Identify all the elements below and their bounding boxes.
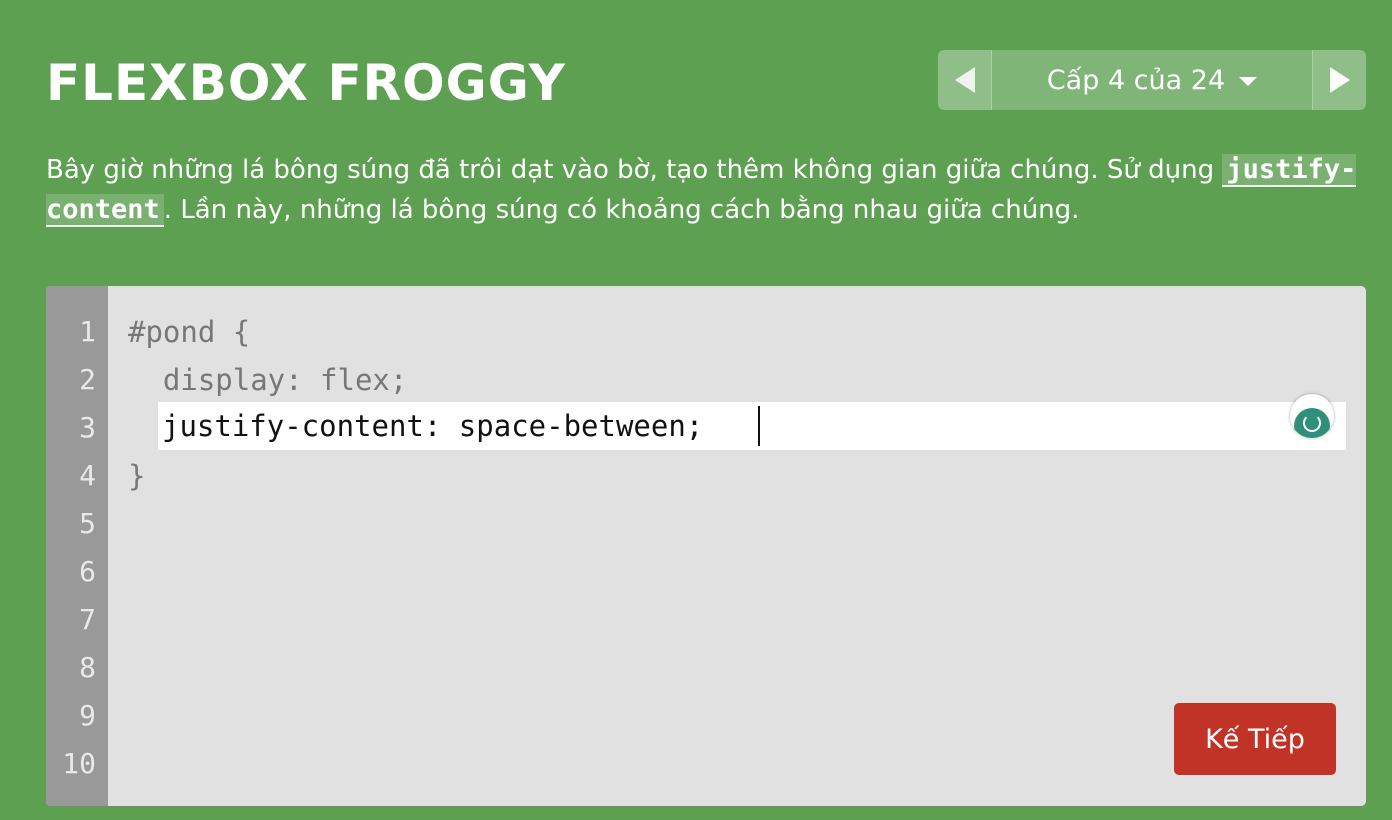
- line-number: 8: [79, 651, 96, 684]
- text-cursor: [758, 406, 760, 446]
- line-number: 9: [79, 699, 96, 732]
- level-navigation: Cấp 4 của 24: [938, 50, 1366, 110]
- line-number-gutter: 1 2 3 4 5 6 7 8 9 10: [46, 286, 108, 806]
- grammarly-icon[interactable]: [1290, 394, 1334, 438]
- previous-level-button[interactable]: [938, 50, 992, 110]
- caret-down-icon: [1239, 77, 1258, 86]
- instructions-text-before: Bây giờ những lá bông súng đã trôi dạt v…: [46, 155, 1223, 185]
- triangle-left-icon: [954, 67, 975, 93]
- line-number: 5: [79, 507, 96, 540]
- line-number: 10: [62, 747, 96, 780]
- next-button[interactable]: Kế Tiếp: [1174, 703, 1336, 775]
- next-level-button[interactable]: [1312, 50, 1366, 110]
- line-number: 1: [79, 315, 96, 348]
- instructions: Bây giờ những lá bông súng đã trôi dạt v…: [46, 150, 1366, 230]
- code-line-2: display: flex;: [128, 363, 408, 397]
- line-number: 6: [79, 555, 96, 588]
- instructions-text-after: . Lần này, những lá bông súng có khoảng …: [163, 195, 1080, 225]
- code-line-4: }: [128, 459, 146, 493]
- code-editor: 1 2 3 4 5 6 7 8 9 10 #pond { display: fl…: [46, 286, 1366, 806]
- page-title: FLEXBOX FROGGY: [46, 54, 566, 112]
- level-label: Cấp 4 của 24: [1046, 64, 1226, 96]
- level-dropdown[interactable]: Cấp 4 của 24: [992, 50, 1312, 110]
- line-number: 4: [79, 459, 96, 492]
- line-number: 3: [79, 411, 96, 444]
- page: FLEXBOX FROGGY Cấp 4 của 24 Bây giờ nhữn…: [0, 0, 1392, 820]
- line-number: 7: [79, 603, 96, 636]
- code-line-1: #pond {: [128, 315, 251, 349]
- triangle-right-icon: [1329, 67, 1350, 93]
- css-input-row: [158, 394, 1346, 450]
- line-number: 2: [79, 363, 96, 396]
- css-code-input[interactable]: [162, 402, 1262, 450]
- grammarly-icon-inner: [1294, 408, 1330, 438]
